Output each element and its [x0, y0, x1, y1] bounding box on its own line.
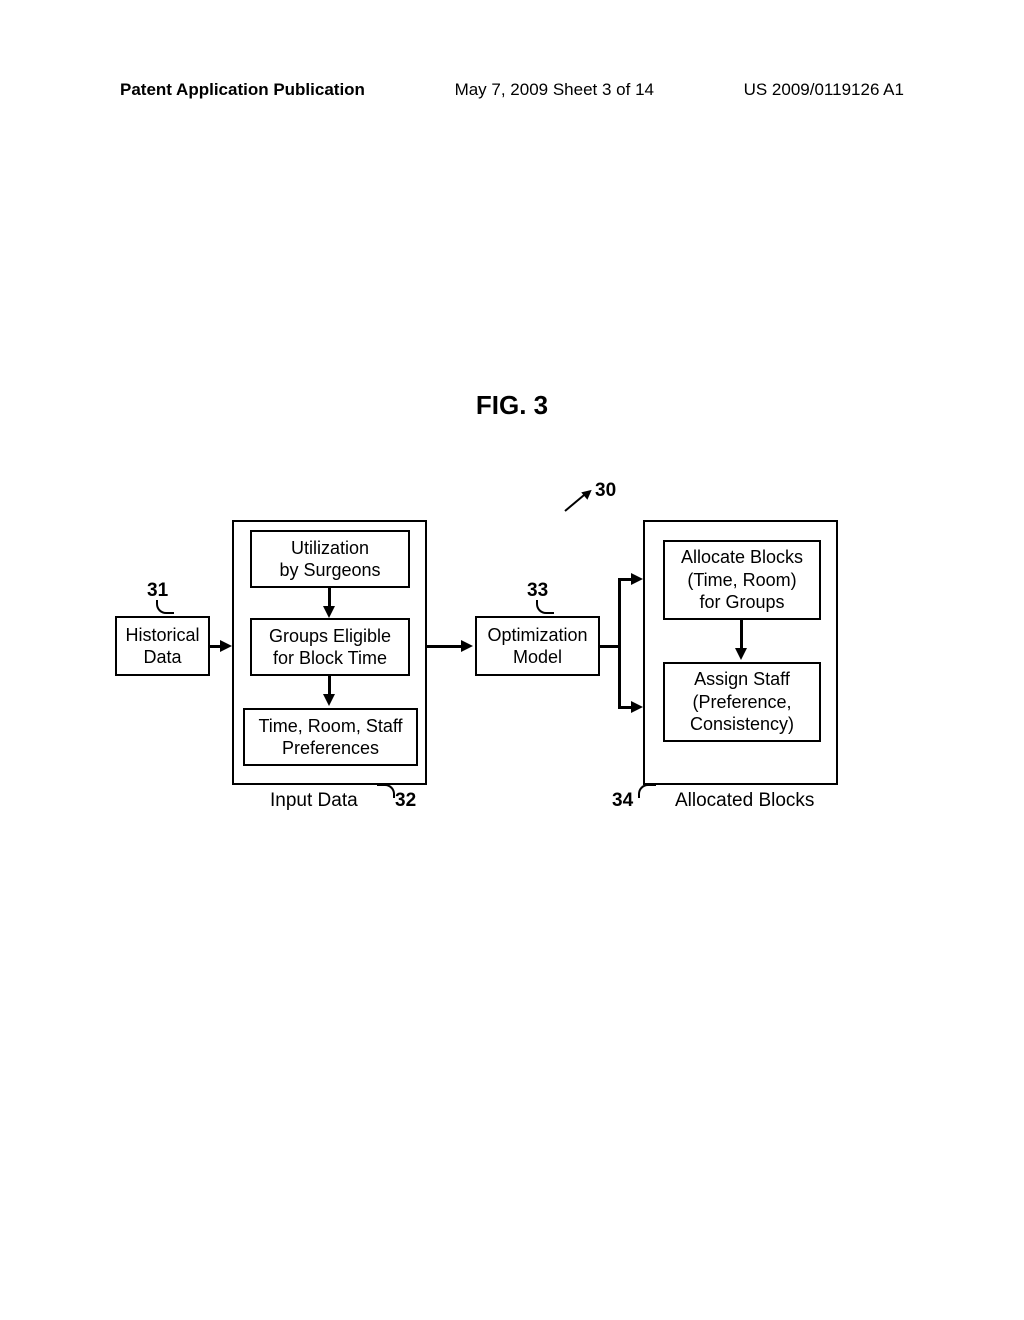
ref-34: 34 [612, 790, 633, 812]
groups-eligible-box: Groups Eligible for Block Time [250, 618, 410, 676]
hook-33 [536, 600, 554, 614]
ref-33: 33 [527, 580, 548, 602]
arrow-hist-input-head [220, 640, 232, 652]
allocate-blocks-box: Allocate Blocks (Time, Room) for Groups [663, 540, 821, 620]
assign-staff-text: Assign Staff (Preference, Consistency) [690, 668, 794, 736]
hook-34 [638, 784, 656, 798]
utilization-box: Utilization by Surgeons [250, 530, 410, 588]
arrow-alloc-assign-head [735, 648, 747, 660]
hook-32 [377, 784, 395, 798]
arrow-groups-time [328, 676, 331, 696]
header-publication: Patent Application Publication [120, 80, 365, 100]
input-data-label: Input Data [270, 790, 358, 812]
ref-30: 30 [595, 480, 616, 502]
figure-title: FIG. 3 [476, 390, 548, 421]
assign-staff-box: Assign Staff (Preference, Consistency) [663, 662, 821, 742]
arrow-alloc-assign [740, 620, 743, 650]
ref-31: 31 [147, 580, 168, 602]
arrow-opt-out-v [618, 578, 621, 708]
leader-30-head [581, 486, 595, 500]
ref-32: 32 [395, 790, 416, 812]
arrow-opt-top-head [631, 573, 643, 585]
optimization-text: Optimization Model [487, 624, 587, 669]
optimization-box: Optimization Model [475, 616, 600, 676]
hook-31 [156, 600, 174, 614]
allocate-blocks-text: Allocate Blocks (Time, Room) for Groups [681, 546, 803, 614]
historical-data-box: Historical Data [115, 616, 210, 676]
header-patent-number: US 2009/0119126 A1 [744, 80, 904, 100]
arrow-util-groups [328, 588, 331, 608]
utilization-text: Utilization by Surgeons [279, 537, 380, 582]
arrow-opt-bot-head [631, 701, 643, 713]
header-date-sheet: May 7, 2009 Sheet 3 of 14 [455, 80, 654, 100]
groups-eligible-text: Groups Eligible for Block Time [269, 625, 391, 670]
diagram: 30 Historical Data 31 Utilization by Sur… [115, 490, 915, 830]
arrow-opt-out-h [600, 645, 620, 648]
arrow-input-opt-head [461, 640, 473, 652]
arrow-groups-time-head [323, 694, 335, 706]
time-room-box: Time, Room, Staff Preferences [243, 708, 418, 766]
allocated-blocks-label: Allocated Blocks [675, 790, 814, 812]
historical-data-text: Historical Data [125, 624, 199, 669]
arrow-util-groups-head [323, 606, 335, 618]
time-room-text: Time, Room, Staff Preferences [258, 715, 402, 760]
arrow-input-opt [427, 645, 463, 648]
